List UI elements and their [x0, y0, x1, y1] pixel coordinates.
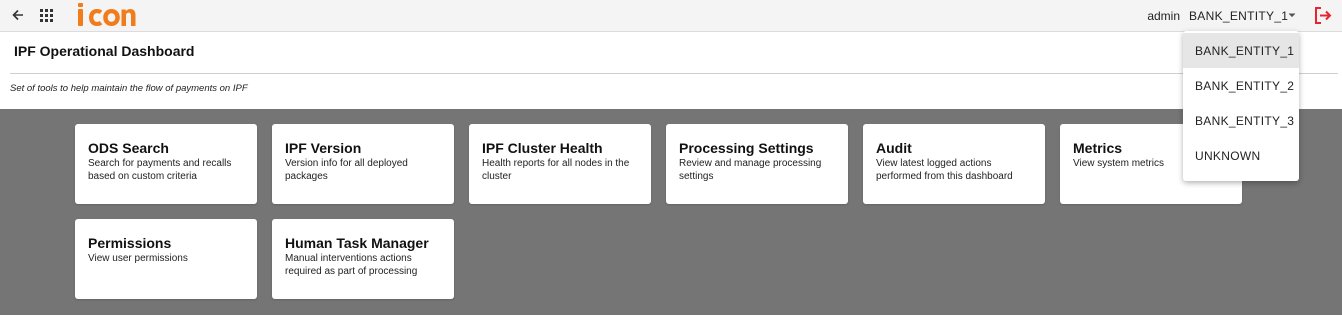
ipf-cluster-health-card[interactable]: IPF Cluster Health Health reports for al…	[469, 124, 651, 204]
permissions-card[interactable]: Permissions View user permissions	[75, 219, 257, 299]
apps-grid-icon[interactable]	[40, 9, 53, 22]
card-title: Processing Settings	[679, 140, 814, 156]
card-description: Manual interventions actions required as…	[285, 253, 418, 277]
dropdown-option-bank-entity-2[interactable]: BANK_ENTITY_2	[1183, 68, 1299, 103]
processing-settings-card[interactable]: Processing Settings Review and manage pr…	[666, 124, 848, 204]
page-title: IPF Operational Dashboard	[14, 43, 195, 59]
entity-dropdown-menu: BANK_ENTITY_1 BANK_ENTITY_2 BANK_ENTITY_…	[1183, 31, 1299, 181]
card-title: Permissions	[88, 235, 172, 251]
entity-selector[interactable]: BANK_ENTITY_1	[1189, 9, 1288, 23]
top-bar: admin BANK_ENTITY_1	[0, 0, 1342, 32]
divider	[10, 73, 1338, 74]
card-description: Review and manage processing settings	[679, 158, 822, 182]
dropdown-option-bank-entity-3[interactable]: BANK_ENTITY_3	[1183, 103, 1299, 138]
ods-search-card[interactable]: ODS Search Search for payments and recal…	[75, 124, 257, 204]
card-description: Version info for all deployed packages	[285, 158, 408, 182]
audit-card[interactable]: Audit View latest logged actions perform…	[863, 124, 1045, 204]
ipf-version-card[interactable]: IPF Version Version info for all deploye…	[272, 124, 454, 204]
card-title: Human Task Manager	[285, 235, 429, 251]
human-task-manager-card[interactable]: Human Task Manager Manual interventions …	[272, 219, 454, 299]
card-title: IPF Version	[285, 140, 362, 156]
card-title: IPF Cluster Health	[482, 140, 603, 156]
dropdown-option-bank-entity-1[interactable]: BANK_ENTITY_1	[1183, 33, 1299, 68]
card-description: Health reports for all nodes in the clus…	[482, 158, 630, 182]
dropdown-option-unknown[interactable]: UNKNOWN	[1183, 138, 1299, 173]
caret-down-icon[interactable]	[1288, 12, 1296, 18]
arrow-back-icon[interactable]	[10, 7, 26, 23]
tools-panel: ODS Search Search for payments and recal…	[0, 109, 1342, 315]
card-description: View user permissions	[88, 253, 188, 264]
logout-icon[interactable]	[1313, 6, 1332, 25]
card-title: Audit	[876, 140, 912, 156]
card-description: View latest logged actions performed fro…	[876, 158, 1013, 182]
page-subtitle: Set of tools to help maintain the flow o…	[10, 83, 248, 94]
username-label: admin	[1147, 9, 1180, 23]
icon-logo[interactable]	[76, 1, 136, 30]
card-description: Search for payments and recalls based on…	[88, 158, 232, 182]
card-title: ODS Search	[88, 140, 169, 156]
